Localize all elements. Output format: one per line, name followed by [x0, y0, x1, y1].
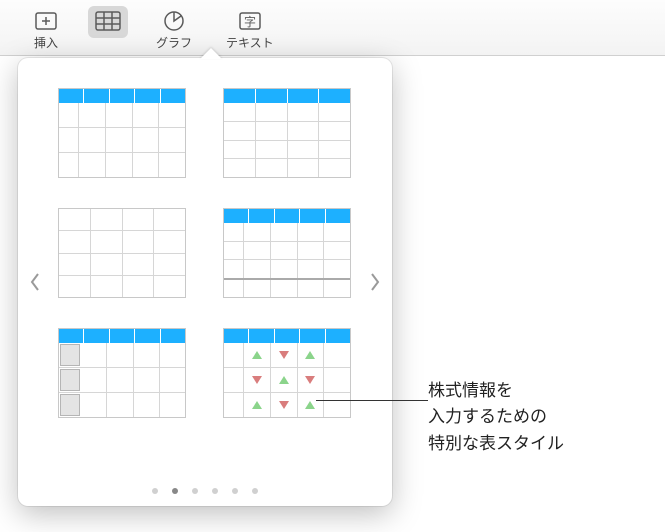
insert-label: 挿入 [34, 34, 58, 51]
page-dot-6[interactable] [252, 488, 258, 494]
chart-icon [160, 10, 188, 32]
callout-leader-line [316, 400, 428, 401]
callout-line-2: 入力するための [428, 404, 564, 430]
callout-line-3: 特別な表スタイル [428, 431, 564, 457]
chart-button[interactable]: グラフ [150, 6, 198, 55]
table-style-header-narrow[interactable] [58, 88, 186, 178]
page-dot-5[interactable] [232, 488, 238, 494]
page-dot-4[interactable] [212, 488, 218, 494]
toolbar: 挿入 グラフ 字 テキスト [0, 0, 665, 56]
page-dot-3[interactable] [192, 488, 198, 494]
svg-text:字: 字 [244, 14, 256, 29]
page-indicator [18, 488, 392, 494]
page-dot-1[interactable] [152, 488, 158, 494]
prev-page-arrow[interactable] [24, 263, 46, 301]
table-style-header-even[interactable] [223, 88, 351, 178]
text-button[interactable]: 字 テキスト [220, 6, 280, 55]
callout-text: 株式情報を 入力するための 特別な表スタイル [428, 378, 564, 457]
table-style-checklist[interactable] [58, 328, 186, 418]
table-icon [94, 10, 122, 32]
insert-icon [32, 10, 60, 32]
table-style-grid [58, 88, 352, 418]
callout-line-1: 株式情報を [428, 378, 564, 404]
text-label: テキスト [226, 34, 274, 51]
table-button[interactable] [88, 6, 128, 38]
next-page-arrow[interactable] [364, 263, 386, 301]
text-icon: 字 [236, 10, 264, 32]
chart-label: グラフ [156, 34, 192, 51]
table-style-header-footer[interactable] [223, 208, 351, 298]
insert-button[interactable]: 挿入 [26, 6, 66, 55]
table-styles-popover [18, 58, 392, 506]
page-dot-2[interactable] [172, 488, 178, 494]
table-style-plain[interactable] [58, 208, 186, 298]
table-style-stock[interactable] [223, 328, 351, 418]
